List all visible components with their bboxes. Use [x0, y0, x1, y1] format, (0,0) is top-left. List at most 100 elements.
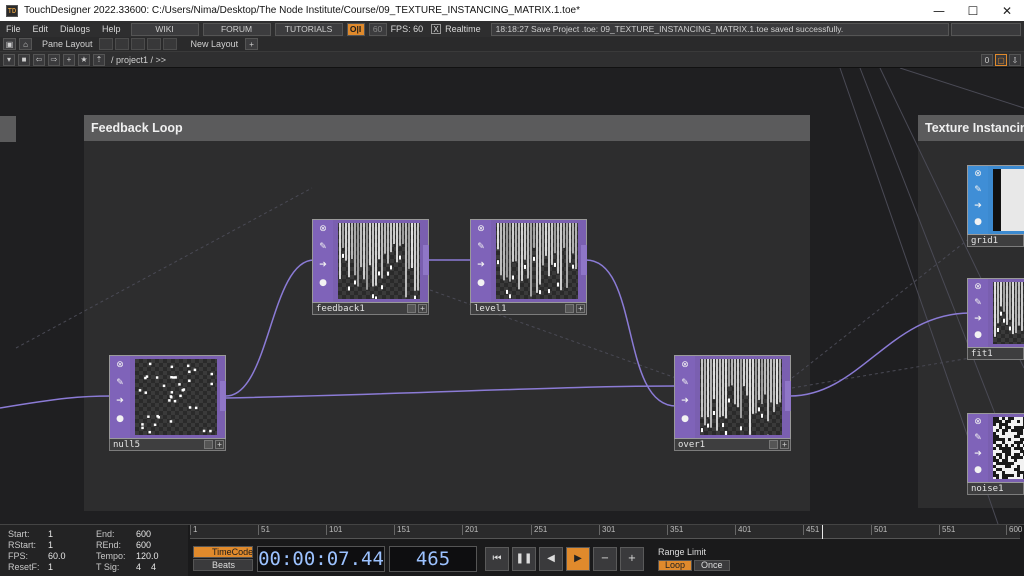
checker-cell — [1005, 334, 1009, 338]
timecode-mode-button[interactable]: TimeCode — [193, 545, 253, 558]
expand-flag[interactable]: + — [215, 440, 224, 449]
tsig-value[interactable]: 4 4 — [136, 562, 156, 572]
back-arrow-icon[interactable]: ⇦ — [33, 53, 45, 66]
noise-cell — [1005, 468, 1008, 471]
pause-button[interactable]: ❚❚ — [512, 546, 536, 571]
timeline-ruler[interactable]: 1 51 101 151 201 251 301 351 401 451 501 551 600 — [190, 525, 1022, 539]
forward-arrow-icon[interactable]: ⇨ — [48, 53, 60, 66]
loop-button[interactable]: Loop — [658, 559, 693, 571]
resetf-value[interactable]: 1 — [48, 562, 53, 572]
layout-preset-1[interactable] — [98, 38, 113, 50]
rstart-value[interactable]: 1 — [48, 540, 53, 550]
streak — [390, 223, 392, 253]
display-flag-icon[interactable]: ● — [313, 274, 333, 292]
noise-cell — [1011, 468, 1014, 471]
start-value[interactable]: 1 — [48, 529, 53, 539]
streak — [1006, 282, 1008, 325]
bypass-flag[interactable] — [407, 304, 416, 313]
display-flag-icon[interactable]: ● — [968, 462, 988, 478]
expand-flag[interactable]: + — [418, 304, 427, 313]
layout-preset-4[interactable] — [146, 38, 161, 50]
output-connector[interactable] — [785, 381, 791, 411]
close-button[interactable]: ✕ — [990, 0, 1024, 21]
texture-streaks — [700, 359, 782, 435]
minimize-button[interactable]: — — [922, 0, 956, 21]
display-flag-icon[interactable]: ● — [471, 274, 491, 292]
tutorials-button[interactable]: TUTORIALS — [274, 22, 343, 36]
ol-toggle-button[interactable]: O|I — [346, 22, 365, 36]
realtime-checkbox[interactable]: X — [431, 24, 442, 34]
bypass-flag[interactable] — [565, 304, 574, 313]
star-icon[interactable]: ★ — [78, 53, 90, 66]
menu-dialogs[interactable]: Dialogs — [54, 24, 96, 34]
once-button[interactable]: Once — [694, 559, 730, 571]
expand-flag[interactable]: + — [780, 440, 789, 449]
network-editor[interactable]: Feedback Loop Texture Instancing ⊗ — [0, 68, 1024, 524]
end-value[interactable]: 600 — [136, 529, 151, 539]
timecode-display[interactable]: 00:00:07.44 — [257, 545, 385, 572]
wiki-button[interactable]: WIKI — [130, 22, 199, 36]
output-connector[interactable] — [220, 381, 226, 411]
checker-cell — [362, 291, 366, 295]
stop-icon[interactable]: ■ — [18, 53, 30, 66]
pane-menu-icon[interactable]: ▣ — [3, 38, 16, 50]
checker-cell — [1001, 342, 1005, 344]
output-connector[interactable] — [423, 245, 429, 275]
node-name: null5 — [113, 439, 141, 450]
checker-cell — [764, 427, 768, 431]
new-layout-plus-button[interactable]: + — [245, 38, 259, 50]
checker-cell — [159, 399, 163, 403]
playback-controls: TimeCode Beats 00:00:07.44 465 ⏮ ❚❚ ◀ ▶ … — [190, 540, 1024, 576]
expand-flag[interactable]: + — [576, 304, 585, 313]
layout-preset-2[interactable] — [114, 38, 129, 50]
viewer-toggle-icon[interactable]: ⊗ — [313, 220, 333, 238]
viewer-toggle-icon[interactable]: ⊗ — [110, 356, 130, 374]
rewind-button[interactable]: ⏮ — [485, 546, 509, 571]
bypass-flag[interactable] — [769, 440, 778, 449]
fps-value[interactable]: 60.0 — [48, 551, 66, 561]
display-flag-icon[interactable]: ● — [968, 327, 988, 343]
display-flag-icon[interactable]: ● — [968, 214, 988, 230]
menu-edit[interactable]: Edit — [27, 24, 55, 34]
step-forward-button[interactable]: + — [620, 546, 644, 571]
layout-preset-3[interactable] — [130, 38, 145, 50]
display-flag-icon[interactable]: ● — [675, 410, 695, 428]
menu-help[interactable]: Help — [96, 24, 127, 34]
frame-display[interactable]: 465 — [389, 545, 477, 572]
viewer-toggle-icon[interactable]: ⊗ — [968, 414, 988, 430]
viewer-toggle-icon[interactable]: ⊗ — [675, 356, 695, 374]
layout-preset-5[interactable] — [162, 38, 177, 50]
viewer-toggle-icon[interactable]: ⊗ — [968, 279, 988, 295]
tempo-value[interactable]: 120.0 — [136, 551, 159, 561]
checker-cell — [215, 367, 217, 371]
play-forward-button[interactable]: ▶ — [566, 546, 590, 571]
maximize-button[interactable]: ☐ — [956, 0, 990, 21]
output-connector[interactable] — [581, 245, 587, 275]
add-icon[interactable]: + — [63, 53, 75, 66]
viewer-toggle-icon[interactable]: ⊗ — [471, 220, 491, 238]
checker-cell — [394, 279, 398, 283]
beats-mode-button[interactable]: Beats — [193, 558, 253, 571]
network-view-icon[interactable]: ▢ — [995, 54, 1007, 66]
menu-file[interactable]: File — [0, 24, 27, 34]
checker-cell — [215, 363, 217, 367]
step-back-button[interactable]: − — [593, 546, 617, 571]
network-path[interactable]: / project1 / >> — [111, 55, 166, 65]
noise-cell — [1005, 444, 1008, 447]
parent-network-icon[interactable]: ⇡ — [93, 53, 105, 66]
play-reverse-button[interactable]: ◀ — [539, 546, 563, 571]
pin-icon[interactable]: ⇩ — [1009, 54, 1021, 66]
display-flag-icon[interactable]: ● — [110, 410, 130, 428]
viewer-toggle-icon[interactable]: ⊗ — [968, 166, 988, 182]
playhead[interactable] — [822, 525, 823, 539]
bypass-flag[interactable] — [204, 440, 213, 449]
forum-button[interactable]: FORUM — [202, 22, 271, 36]
pane-dropdown-icon[interactable]: ▾ — [3, 53, 15, 66]
pane-index-value[interactable]: 0 — [981, 54, 993, 66]
rend-value[interactable]: 600 — [136, 540, 151, 550]
streak — [737, 359, 739, 408]
checker-cell — [378, 291, 382, 295]
fps-value-field[interactable]: 60 — [368, 22, 387, 36]
streak — [1003, 282, 1005, 312]
pane-home-icon[interactable]: ⌂ — [19, 38, 32, 50]
